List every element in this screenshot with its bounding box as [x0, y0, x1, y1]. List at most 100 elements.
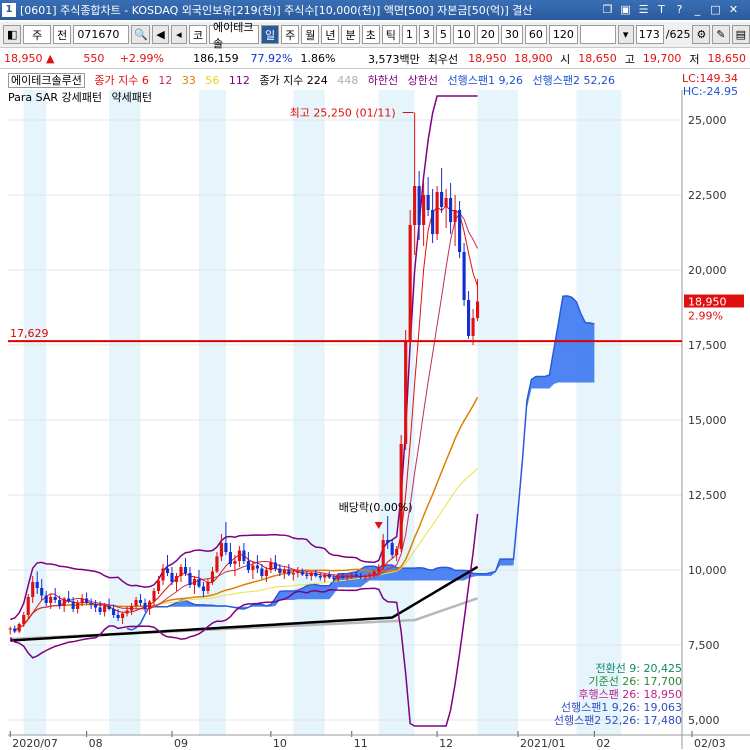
- pin-icon[interactable]: T: [654, 2, 669, 17]
- sound-icon[interactable]: ◀: [152, 25, 169, 44]
- y-tick-label: 20,000: [688, 264, 727, 277]
- price-chart[interactable]: 5,000 7,500 10,000 12,500 15,000 17,500 20,000…: [0, 70, 750, 750]
- interval-20[interactable]: 20: [476, 25, 499, 44]
- candle-body: [260, 568, 264, 576]
- prev-icon[interactable]: ◂: [170, 25, 187, 44]
- candle-body: [395, 549, 399, 555]
- dropdown-icon[interactable]: ▾: [617, 25, 634, 44]
- candle-body: [323, 574, 327, 578]
- interval-3[interactable]: 3: [418, 25, 434, 44]
- legend-ma12: 12: [158, 74, 173, 87]
- hline-label: 17,629: [10, 327, 49, 340]
- maximize-icon[interactable]: □: [708, 2, 723, 17]
- layout-icon[interactable]: ▤: [731, 25, 750, 44]
- candle-body: [471, 318, 475, 336]
- period-yearly[interactable]: 년: [321, 25, 340, 44]
- legend-stock-name: 에이테크솔루션: [8, 73, 85, 88]
- candle-body: [8, 628, 12, 630]
- candle-body: [219, 543, 224, 557]
- minimize-icon[interactable]: _: [690, 2, 705, 17]
- list-icon[interactable]: ☰: [636, 2, 651, 17]
- quote-bar: 18,950 ▲ 550 +2.99% 186,159 77.92% 1.86%…: [0, 49, 750, 69]
- stock-name: 에이테크솔: [209, 21, 259, 50]
- period-band: [378, 90, 415, 735]
- settings-icon[interactable]: ⚙: [692, 25, 711, 44]
- current-price: 18,950 ▲: [4, 52, 55, 65]
- high-annotation: 최고 25,250 (01/11): [290, 107, 396, 120]
- period-tick[interactable]: 틱: [381, 25, 400, 44]
- ichimoku-cloud: [127, 295, 595, 630]
- candle-body: [147, 601, 152, 609]
- readout-line: 기준선 26: 17,700: [588, 675, 682, 688]
- period-daily[interactable]: 일: [260, 25, 280, 44]
- candle-body: [341, 576, 345, 578]
- candle-body: [125, 610, 129, 614]
- close-icon[interactable]: ✕: [726, 2, 741, 17]
- candle-body: [440, 192, 444, 207]
- candle-body: [85, 598, 89, 603]
- legend-ma56: 56: [205, 74, 220, 87]
- candle-body: [449, 198, 453, 222]
- candle-body: [197, 579, 201, 587]
- legend-lower-band: 하한선: [367, 74, 399, 87]
- candle-body: [381, 540, 385, 567]
- volume-ratio: 77.92%: [250, 52, 293, 65]
- search-icon[interactable]: 🔍: [131, 25, 151, 44]
- chart-toolbar: ◧ 주 전 071670 🔍 ◀ ◂ 코 에이테크솔 일 주 월 년 분 초 틱…: [0, 21, 750, 50]
- code-input[interactable]: 071670: [73, 25, 130, 44]
- restore-icon[interactable]: ❐: [600, 2, 615, 17]
- interval-10[interactable]: 10: [452, 25, 475, 44]
- interval-5[interactable]: 5: [435, 25, 451, 44]
- dock-icon[interactable]: ▣: [618, 2, 633, 17]
- interval-custom-input[interactable]: [579, 25, 616, 44]
- period-monthly[interactable]: 월: [301, 25, 320, 44]
- candle-body: [129, 606, 134, 611]
- candle-body: [107, 606, 111, 609]
- candle-body: [58, 600, 62, 606]
- bar-count-input[interactable]: 173: [635, 25, 664, 44]
- candle-body: [26, 597, 30, 615]
- candle-body: [246, 561, 250, 570]
- candle-body: [444, 198, 448, 207]
- x-tick-label: 10: [273, 737, 287, 750]
- ask-price: 18,950: [468, 52, 507, 65]
- period-band: [477, 90, 518, 735]
- candle-body: [22, 615, 26, 624]
- interval-1[interactable]: 1: [401, 25, 417, 44]
- candle-body: [170, 573, 174, 582]
- y-tick-label: 5,000: [688, 714, 720, 727]
- interval-30[interactable]: 30: [500, 25, 523, 44]
- candle-body: [35, 582, 39, 588]
- interval-60[interactable]: 60: [524, 25, 547, 44]
- price-change: 550: [83, 52, 105, 65]
- candle-body: [300, 571, 304, 575]
- candle-body: [435, 192, 439, 234]
- candle-body: [399, 444, 403, 549]
- period-weekly[interactable]: 주: [281, 25, 300, 44]
- period-second[interactable]: 초: [361, 25, 380, 44]
- candle-body: [174, 576, 179, 582]
- range-select[interactable]: 전: [52, 25, 72, 44]
- candle-body: [80, 598, 84, 603]
- candle-body: [53, 597, 57, 600]
- ichimoku-readout: 전환선 9: 20,425 기준선 26: 17,700 후행스팬 26: 18,9…: [554, 662, 682, 727]
- legend-span2: 선행스팬2 52,26: [532, 74, 615, 87]
- candle-body: [287, 570, 291, 575]
- toggle-panel-icon[interactable]: ◧: [3, 25, 22, 44]
- readout-line: 전환선 9: 20,425: [595, 662, 682, 675]
- readout-line: 선행스팬2 52,26: 17,480: [553, 714, 682, 727]
- period-minute[interactable]: 분: [341, 25, 360, 44]
- help-icon[interactable]: ?: [672, 2, 687, 17]
- low-price: 18,650: [707, 52, 747, 65]
- interval-120[interactable]: 120: [548, 25, 578, 44]
- market-select[interactable]: 주: [23, 25, 51, 44]
- y-tick-label: 17,500: [688, 339, 727, 352]
- legend-ma33: 33: [181, 74, 196, 87]
- draw-icon[interactable]: ✎: [712, 25, 730, 44]
- candle-body: [269, 562, 273, 570]
- candle-body: [121, 613, 125, 618]
- readout-line: 선행스팬1 9,26: 19,063: [560, 701, 682, 714]
- candle-body: [368, 574, 372, 576]
- candle-body: [282, 570, 286, 573]
- window-titlebar: 1 [0601] 주식종합차트 - KOSDAQ 외국인보유[219(천)] 주…: [0, 0, 750, 20]
